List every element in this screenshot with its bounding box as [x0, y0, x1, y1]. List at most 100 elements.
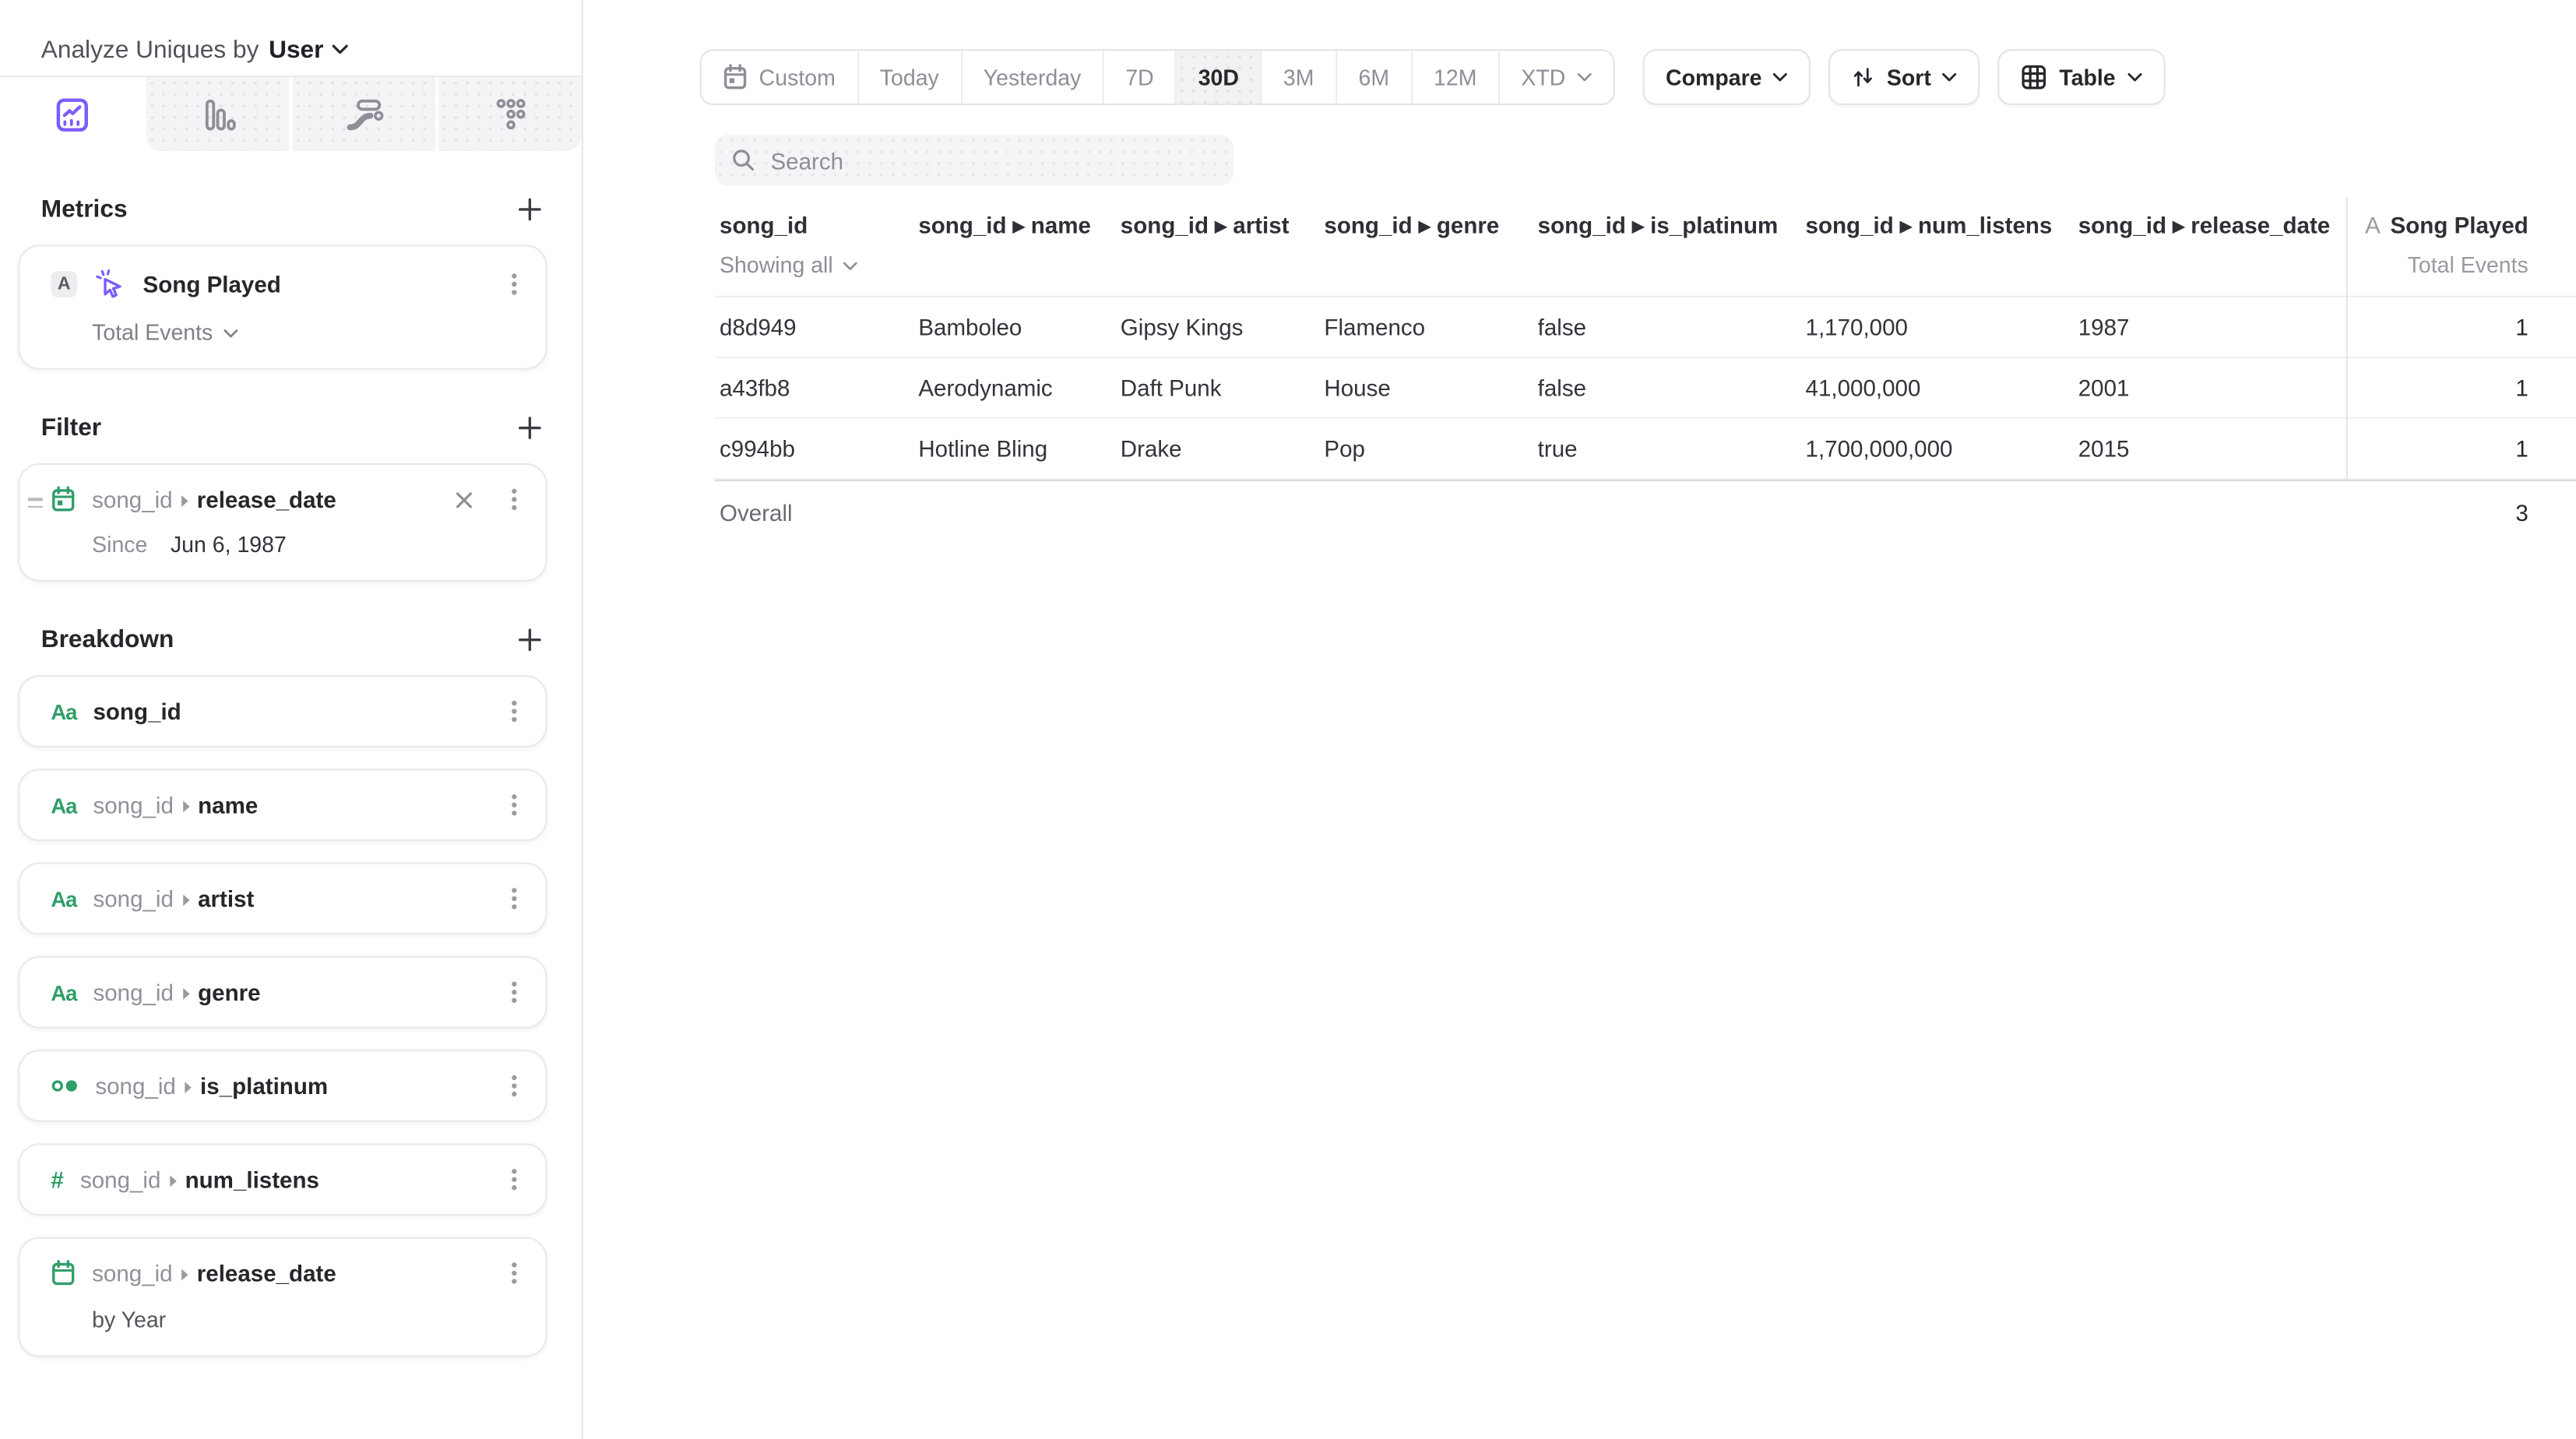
breakdown-card-song-id[interactable]: Aa song_id: [18, 675, 547, 748]
text-property-icon: Aa: [51, 886, 76, 911]
cell-num-listens: 1,700,000,000: [1800, 435, 2073, 462]
query-builder-sidebar: Analyze Uniques by User: [0, 0, 583, 1439]
breakdown-kebab-menu[interactable]: [503, 979, 526, 1005]
filter-operator[interactable]: Since: [92, 533, 147, 558]
metric-kebab-menu[interactable]: [503, 271, 526, 297]
tab-bar-chart[interactable]: [143, 77, 290, 151]
breakdown-title: Breakdown: [41, 625, 174, 653]
column-header-song-id[interactable]: song_id Showing all: [715, 212, 913, 277]
date-range-today[interactable]: Today: [857, 51, 960, 104]
report-toolbar: Custom Today Yesterday 7D 30D 3M 6M 12M …: [585, 0, 2576, 105]
aggregation-value: Total Events: [92, 320, 213, 345]
aggregation-picker[interactable]: Total Events: [92, 320, 238, 345]
visualization-tab-strip: [0, 76, 582, 151]
date-range-control: Custom Today Yesterday 7D 30D 3M 6M 12M …: [700, 49, 1615, 105]
flow-icon: [343, 94, 385, 134]
chevron-down-icon: [2127, 72, 2141, 83]
breakdown-card-name[interactable]: Aa song_id name: [18, 769, 547, 841]
column-header-artist[interactable]: song_id ▸ artist: [1115, 212, 1319, 240]
remove-filter-button[interactable]: [455, 491, 473, 508]
add-breakdown-button[interactable]: [512, 623, 545, 656]
showing-all-toggle[interactable]: Showing all: [720, 253, 913, 278]
search-placeholder: Search: [770, 147, 843, 174]
breakdown-property: song_id: [93, 698, 181, 725]
search-input[interactable]: Search: [715, 135, 1234, 185]
cell-metric-value: 1: [2346, 435, 2576, 462]
table-row[interactable]: c994bb Hotline Bling Drake Pop true 1,70…: [715, 419, 2576, 480]
filter-card[interactable]: song_id release_date Since Jun 6, 1987: [18, 463, 547, 582]
breakdown-card-num-listens[interactable]: # song_id num_listens: [18, 1143, 547, 1216]
breakdown-kebab-menu[interactable]: [503, 792, 526, 818]
breakdown-card-artist[interactable]: Aa song_id artist: [18, 863, 547, 935]
breakdown-kebab-menu[interactable]: [503, 1166, 526, 1193]
search-icon: [731, 148, 756, 173]
date-range-30d[interactable]: 30D: [1175, 51, 1260, 104]
sort-button[interactable]: Sort: [1829, 49, 1980, 105]
column-header-metric[interactable]: A Song Played Total Events: [2346, 212, 2576, 277]
breakdown-property: song_id is_platinum: [95, 1073, 328, 1099]
date-range-7d[interactable]: 7D: [1103, 51, 1175, 104]
table-header-row: song_id Showing all song_id ▸ name song_…: [715, 197, 2576, 297]
metrics-title: Metrics: [41, 195, 128, 223]
caret-right-icon: [181, 800, 190, 813]
entity-picker[interactable]: User: [269, 35, 348, 63]
breakdown-bucketing[interactable]: by Year: [92, 1307, 166, 1332]
entity-value: User: [269, 35, 323, 63]
metric-event-name: Song Played: [143, 271, 281, 297]
breakdown-kebab-menu[interactable]: [503, 885, 526, 912]
date-range-yesterday[interactable]: Yesterday: [960, 51, 1103, 104]
column-header-name[interactable]: song_id ▸ name: [913, 212, 1115, 240]
date-range-xtd[interactable]: XTD: [1498, 51, 1614, 104]
filter-value[interactable]: Jun 6, 1987: [171, 533, 287, 558]
metric-card[interactable]: A Song Played Total Events: [18, 245, 547, 369]
tab-funnel-dots[interactable]: [435, 77, 582, 151]
breakdown-card-genre[interactable]: Aa song_id genre: [18, 956, 547, 1029]
breakdown-kebab-menu[interactable]: [503, 1260, 526, 1286]
calendar-icon: [723, 64, 748, 90]
chevron-down-icon: [1943, 72, 1958, 83]
dots-funnel-icon: [491, 94, 530, 134]
filter-property: song_id release_date: [92, 486, 336, 512]
chevron-down-icon: [332, 44, 348, 55]
analyze-label: Analyze Uniques by: [41, 35, 259, 63]
date-range-3m[interactable]: 3M: [1260, 51, 1336, 104]
view-table-button[interactable]: Table: [1998, 49, 2165, 105]
filter-kebab-menu[interactable]: [503, 486, 526, 512]
metric-series-badge: A: [51, 271, 77, 297]
compare-button[interactable]: Compare: [1643, 49, 1811, 105]
date-range-custom[interactable]: Custom: [702, 51, 857, 104]
caret-right-icon: [181, 987, 190, 1001]
breakdown-kebab-menu[interactable]: [503, 698, 526, 725]
breakdown-kebab-menu[interactable]: [503, 1073, 526, 1099]
text-property-icon: Aa: [51, 699, 76, 724]
bar-chart-icon: [198, 94, 238, 134]
table-row[interactable]: d8d949 Bamboleo Gipsy Kings Flamenco fal…: [715, 297, 2576, 358]
breakdown-card-is-platinum[interactable]: song_id is_platinum: [18, 1050, 547, 1122]
add-filter-button[interactable]: [512, 410, 545, 443]
column-header-is-platinum[interactable]: song_id ▸ is_platinum: [1533, 212, 1800, 240]
cell-release-date: 2015: [2073, 435, 2345, 462]
filter-section: Filter song_id release_date: [0, 413, 582, 582]
cell-name: Aerodynamic: [913, 375, 1115, 401]
column-header-genre[interactable]: song_id ▸ genre: [1319, 212, 1533, 240]
date-range-12m[interactable]: 12M: [1410, 51, 1497, 104]
analyze-row: Analyze Uniques by User: [0, 0, 582, 76]
date-range-6m[interactable]: 6M: [1336, 51, 1411, 104]
column-header-release-date[interactable]: song_id ▸ release_date: [2073, 212, 2345, 240]
cell-metric-value: 1: [2346, 314, 2576, 340]
drag-handle-icon[interactable]: [28, 498, 43, 508]
breakdown-card-release-date[interactable]: song_id release_date by Year: [18, 1237, 547, 1357]
tab-flow[interactable]: [289, 77, 435, 151]
overall-label: Overall: [715, 498, 913, 525]
add-metric-button[interactable]: [512, 192, 545, 225]
cell-release-date: 2001: [2073, 375, 2345, 401]
cell-num-listens: 1,170,000: [1800, 314, 2073, 340]
caret-right-icon: [184, 1081, 192, 1094]
column-header-num-listens[interactable]: song_id ▸ num_listens: [1800, 212, 2073, 240]
chevron-down-icon: [1773, 72, 1788, 83]
metrics-section: Metrics A Song Played: [0, 194, 582, 370]
sort-arrows-icon: [1853, 65, 1876, 89]
overall-value: 3: [2346, 498, 2576, 525]
table-row[interactable]: a43fb8 Aerodynamic Daft Punk House false…: [715, 358, 2576, 419]
tab-insights[interactable]: [0, 77, 143, 151]
